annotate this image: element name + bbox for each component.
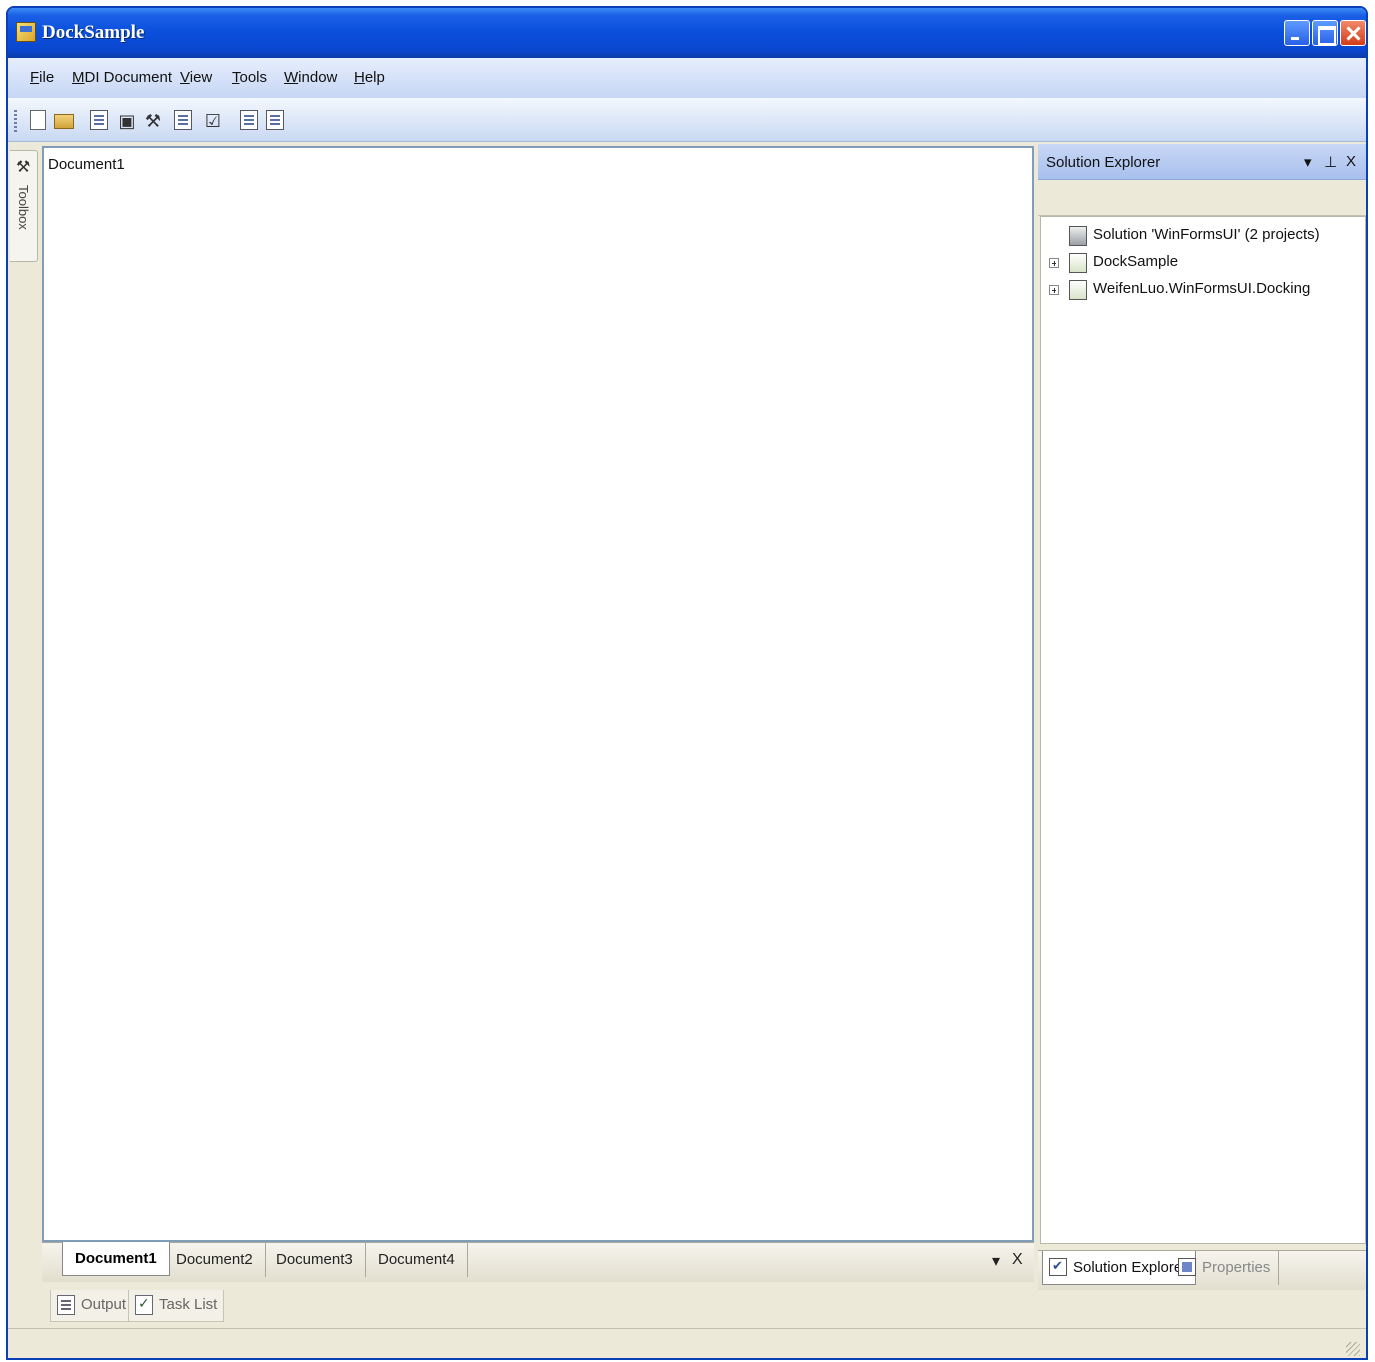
tab-output-label: Output: [81, 1296, 127, 1313]
title-bar[interactable]: DockSample: [8, 8, 1366, 58]
open-folder-icon[interactable]: [54, 114, 74, 129]
project-icon: [1069, 280, 1087, 300]
right-panel-tab-strip: Solution Explorer Properties: [1038, 1250, 1366, 1290]
window-title: DockSample: [42, 22, 145, 43]
toolbox-strip: ⚒ Toolbox: [8, 144, 40, 1324]
solution-tree: Solution 'WinFormsUI' (2 projects) DockS…: [1040, 216, 1366, 1244]
task-list-icon[interactable]: ☑: [202, 110, 224, 132]
expand-icon[interactable]: [1049, 258, 1059, 268]
resize-grip-icon[interactable]: [1346, 1342, 1360, 1356]
minimize-button[interactable]: [1284, 20, 1310, 46]
menu-window[interactable]: Window: [284, 69, 337, 86]
tab-document4[interactable]: Document4: [366, 1243, 468, 1277]
tab-solution-explorer-label: Solution Explorer: [1073, 1259, 1188, 1276]
new-document-icon[interactable]: [30, 110, 46, 130]
close-icon[interactable]: X: [1012, 1251, 1023, 1269]
solution-explorer-icon: [1049, 1258, 1067, 1276]
solution-explorer-toolbar: [1038, 180, 1366, 216]
document-tab-strip: Document1 Document2 Document3 Document4 …: [42, 1242, 1034, 1282]
tab-document1[interactable]: Document1: [62, 1242, 170, 1276]
main-window: DockSample File MDI Document View Tools …: [6, 6, 1368, 1360]
menu-file[interactable]: File: [30, 69, 54, 86]
tab-document3[interactable]: Document3: [264, 1243, 366, 1277]
chevron-down-icon[interactable]: ▾: [1304, 153, 1312, 171]
document-content: Document1: [48, 156, 125, 173]
tab-task-list[interactable]: Task List: [128, 1290, 225, 1322]
status-bar: [8, 1328, 1366, 1358]
tab-properties[interactable]: Properties: [1172, 1251, 1280, 1285]
toolbox-tab[interactable]: ⚒ Toolbox: [10, 150, 38, 262]
document-editor[interactable]: Document1: [42, 146, 1034, 1242]
properties-icon: [1178, 1258, 1196, 1276]
close-icon[interactable]: X: [1346, 153, 1356, 170]
tree-item-label: DockSample: [1093, 253, 1179, 270]
tab-document2[interactable]: Document2: [164, 1243, 266, 1277]
tree-item-label: Solution 'WinFormsUI' (2 projects): [1093, 226, 1320, 243]
toolbox-label: Toolbox: [16, 185, 31, 230]
chevron-down-icon[interactable]: ▾: [992, 1251, 1000, 1271]
tab-properties-label: Properties: [1202, 1259, 1271, 1276]
properties-icon[interactable]: ▣: [116, 110, 138, 132]
toolbar-grip[interactable]: [14, 110, 17, 132]
close-button[interactable]: [1340, 20, 1366, 46]
output-icon[interactable]: [174, 110, 192, 130]
solution-explorer-title: Solution Explorer: [1046, 154, 1161, 171]
menu-tools[interactable]: Tools: [232, 69, 267, 86]
new-window-icon[interactable]: [266, 110, 284, 130]
output-icon: [57, 1295, 75, 1315]
project-icon: [1069, 253, 1087, 273]
maximize-button[interactable]: [1312, 20, 1338, 46]
menu-bar: File MDI Document View Tools Window Help: [8, 58, 1366, 98]
solution-explorer-header[interactable]: Solution Explorer ▾ ⊥ X: [1038, 144, 1366, 180]
tab-output[interactable]: Output: [50, 1290, 134, 1322]
expand-icon[interactable]: [1049, 285, 1059, 295]
document-icon[interactable]: [240, 110, 258, 130]
solution-explorer-panel: Solution Explorer ▾ ⊥ X Solution 'WinFor…: [1038, 144, 1366, 1244]
tree-item-label: WeifenLuo.WinFormsUI.Docking: [1093, 280, 1311, 297]
menu-view[interactable]: View: [180, 69, 212, 86]
solution-icon: [1069, 226, 1087, 246]
menu-mdi-document[interactable]: MDI Document: [72, 69, 172, 86]
solution-explorer-icon[interactable]: [90, 110, 108, 130]
task-list-icon: [135, 1295, 153, 1315]
tab-task-list-label: Task List: [159, 1296, 218, 1313]
menu-help[interactable]: Help: [354, 69, 385, 86]
toolbox-icon[interactable]: ⚒: [142, 110, 164, 132]
toolbar: ▣ ⚒ ☑: [8, 98, 1366, 142]
bottom-panel-tabs: Output Task List: [42, 1286, 1034, 1326]
pin-icon[interactable]: ⊥: [1324, 153, 1337, 171]
app-icon[interactable]: [16, 22, 36, 42]
hammer-icon: ⚒: [16, 159, 31, 176]
